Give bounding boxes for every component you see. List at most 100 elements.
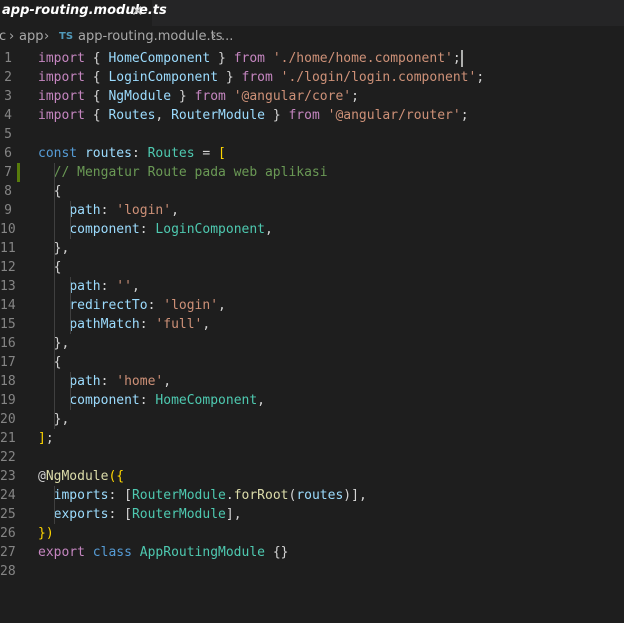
code-line[interactable]: 21]; bbox=[0, 429, 624, 448]
code-line[interactable]: 1 import { HomeComponent } from './home/h… bbox=[0, 49, 624, 68]
code-text: @NgModule({ bbox=[38, 467, 124, 486]
code-token: class bbox=[92, 545, 132, 560]
code-token: , bbox=[171, 203, 179, 218]
code-line[interactable]: 17 { bbox=[0, 353, 624, 372]
code-line[interactable]: 24 imports: [RouterModule.forRoot(routes… bbox=[0, 486, 624, 505]
code-token: NgModule bbox=[108, 89, 172, 104]
code-text: imports: [RouterModule.forRoot(routes)], bbox=[38, 486, 367, 505]
indent-guide bbox=[70, 277, 71, 334]
code-token: } bbox=[265, 108, 289, 123]
tab-app-routing-module[interactable]: app-routing.module.ts ✕ bbox=[0, 0, 167, 26]
code-token: path bbox=[69, 279, 101, 294]
code-token: }, bbox=[53, 336, 70, 351]
close-icon[interactable]: ✕ bbox=[131, 2, 144, 20]
code-token: from bbox=[233, 51, 265, 66]
code-token: { bbox=[84, 70, 109, 85]
code-text: path: 'home', bbox=[38, 372, 171, 391]
line-number: 13 bbox=[0, 279, 16, 294]
code-token: ({ bbox=[108, 469, 125, 484]
line-number: 3 bbox=[4, 89, 12, 104]
line-number: 14 bbox=[0, 298, 16, 313]
code-token: export bbox=[38, 545, 85, 560]
code-line[interactable]: 19 component: HomeComponent, bbox=[0, 391, 624, 410]
code-token: : bbox=[108, 488, 125, 503]
code-text: }) bbox=[38, 524, 54, 543]
line-number: 21 bbox=[0, 431, 16, 446]
code-text: export class AppRoutingModule {} bbox=[38, 543, 288, 562]
breadcrumb-symbols[interactable]: ... bbox=[221, 26, 233, 48]
breadcrumb-prefix[interactable]: c bbox=[0, 26, 6, 48]
code-line[interactable]: 11 }, bbox=[0, 239, 624, 258]
code-token: }) bbox=[38, 526, 54, 541]
code-line[interactable]: 14 redirectTo: 'login', bbox=[0, 296, 624, 315]
code-token: : bbox=[100, 203, 117, 218]
code-token: : bbox=[100, 374, 117, 389]
code-line[interactable]: 23 @NgModule({ bbox=[0, 467, 624, 486]
code-token: imports bbox=[53, 488, 109, 503]
code-token: const bbox=[38, 146, 78, 161]
code-token: {} bbox=[272, 545, 289, 560]
code-token: '@angular/router' bbox=[327, 108, 461, 123]
code-line[interactable]: 26}) bbox=[0, 524, 624, 543]
code-line[interactable]: 7 // Mengatur Route pada web aplikasi bbox=[0, 163, 624, 182]
line-number: 7 bbox=[4, 165, 12, 180]
code-line[interactable]: 9 path: 'login', bbox=[0, 201, 624, 220]
line-number: 9 bbox=[4, 203, 12, 218]
code-token: } bbox=[210, 51, 234, 66]
code-token: ; bbox=[476, 70, 485, 85]
code-line[interactable]: 13 path: '', bbox=[0, 277, 624, 296]
code-token: { bbox=[84, 51, 109, 66]
code-line[interactable]: 8 { bbox=[0, 182, 624, 201]
code-token: from bbox=[288, 108, 320, 123]
line-number: 1 bbox=[4, 51, 12, 66]
tab-bar: app-routing.module.ts ✕ bbox=[0, 0, 624, 26]
code-token: : bbox=[139, 393, 156, 408]
code-token: path bbox=[69, 374, 101, 389]
code-line[interactable]: 6 const routes: Routes = [ bbox=[0, 144, 624, 163]
line-number: 2 bbox=[4, 70, 12, 85]
code-token: }, bbox=[53, 241, 70, 256]
code-line[interactable]: 3 import { NgModule } from '@angular/core… bbox=[0, 87, 624, 106]
code-token: } bbox=[171, 89, 195, 104]
code-line[interactable]: 22 bbox=[0, 448, 624, 467]
code-token: LoginComponent bbox=[108, 70, 219, 85]
breadcrumb-folder-app[interactable]: app bbox=[19, 26, 43, 48]
code-line[interactable]: 4 import { Routes, RouterModule } from '@… bbox=[0, 106, 624, 125]
code-line[interactable]: 20 }, bbox=[0, 410, 624, 429]
code-token: [ bbox=[124, 488, 132, 503]
code-token: : bbox=[131, 146, 148, 161]
indent-guide bbox=[70, 372, 71, 410]
code-text: component: LoginComponent, bbox=[38, 220, 273, 239]
code-token: ] bbox=[225, 507, 234, 522]
code-line[interactable]: 25 exports: [RouterModule], bbox=[0, 505, 624, 524]
code-editor[interactable]: 1 import { HomeComponent } from './home/h… bbox=[0, 48, 624, 623]
line-number: 4 bbox=[4, 108, 12, 123]
code-line[interactable]: 16 }, bbox=[0, 334, 624, 353]
code-line[interactable]: 10 component: LoginComponent, bbox=[0, 220, 624, 239]
code-text: redirectTo: 'login', bbox=[38, 296, 226, 315]
line-number: 12 bbox=[0, 260, 16, 275]
code-line[interactable]: 12 { bbox=[0, 258, 624, 277]
code-token: Routes bbox=[147, 146, 195, 161]
code-line[interactable]: 28 bbox=[0, 562, 624, 581]
line-number: 25 bbox=[0, 507, 16, 522]
code-token: // Mengatur Route pada web aplikasi bbox=[53, 165, 328, 180]
code-line[interactable]: 5 bbox=[0, 125, 624, 144]
code-line[interactable]: 18 path: 'home', bbox=[0, 372, 624, 391]
code-token: ; bbox=[351, 89, 359, 104]
code-line[interactable]: 15 pathMatch: 'full', bbox=[0, 315, 624, 334]
breadcrumb-file[interactable]: app-routing.module.ts bbox=[78, 26, 222, 48]
line-number: 26 bbox=[0, 526, 16, 541]
code-text: import { NgModule } from '@angular/core'… bbox=[38, 87, 359, 106]
code-token: path bbox=[69, 203, 101, 218]
code-line[interactable]: 2 import { LoginComponent } from './login… bbox=[0, 68, 624, 87]
code-line[interactable]: 27 export class AppRoutingModule {} bbox=[0, 543, 624, 562]
